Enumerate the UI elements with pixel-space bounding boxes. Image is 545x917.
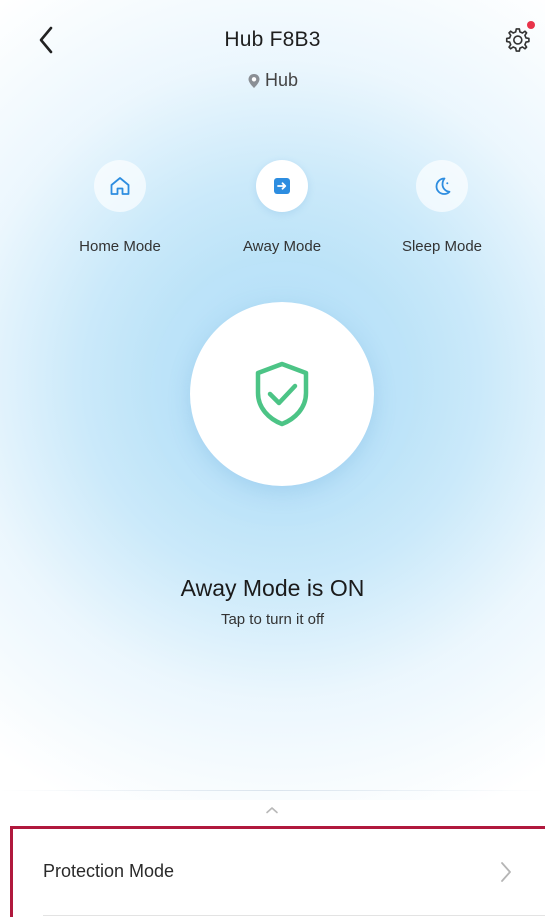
protection-mode-label: Protection Mode	[43, 861, 175, 881]
mode-home[interactable]: Home Mode	[50, 160, 190, 255]
shield-check-icon	[255, 361, 309, 427]
location-text: Hub	[264, 70, 299, 90]
status-subtitle[interactable]: Tap to turn it off	[0, 611, 545, 628]
gear-icon	[505, 28, 530, 52]
moon-icon	[435, 177, 451, 195]
page-title: Hub F8B3	[224, 28, 321, 51]
mode-label: Sleep Mode	[401, 238, 483, 255]
expand-panel-handle[interactable]	[262, 800, 282, 820]
header: Hub F8B3 Hub	[0, 0, 545, 110]
mode-sleep[interactable]: Sleep Mode	[372, 160, 512, 255]
mode-icon-circle	[256, 160, 308, 212]
location-label: Hub	[0, 70, 545, 91]
mode-icon-circle	[416, 160, 468, 212]
protection-mode-row[interactable]: Protection Mode	[10, 826, 545, 917]
chevron-up-icon	[266, 807, 278, 814]
chevron-right-icon	[501, 862, 511, 882]
away-icon	[274, 178, 290, 194]
row-divider	[43, 915, 545, 916]
panel-divider	[0, 790, 545, 791]
mode-icon-circle	[94, 160, 146, 212]
status-title: Away Mode is ON	[180, 575, 365, 601]
mode-label: Away Mode	[242, 238, 322, 255]
away-mode-toggle-button[interactable]	[190, 302, 374, 486]
notification-dot	[527, 21, 535, 29]
location-pin-icon	[248, 73, 260, 88]
settings-button[interactable]	[503, 21, 535, 56]
mode-away[interactable]: Away Mode	[212, 160, 352, 255]
home-icon	[110, 177, 130, 195]
mode-label: Home Mode	[79, 238, 161, 255]
